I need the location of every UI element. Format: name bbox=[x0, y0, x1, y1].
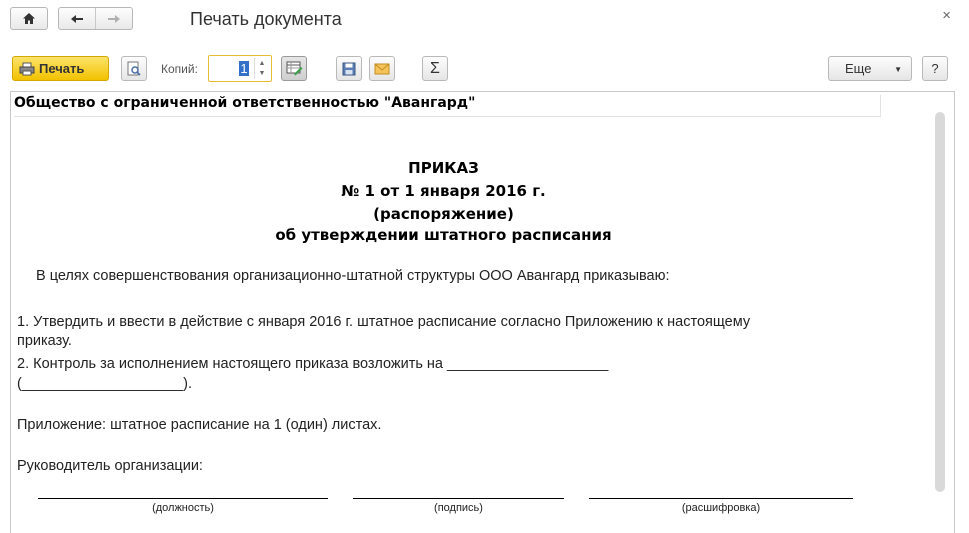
name-line bbox=[589, 498, 853, 499]
item2-line1: 2. Контроль за исполнением настоящего пр… bbox=[17, 356, 609, 372]
edit-mode-toggle[interactable] bbox=[281, 56, 307, 81]
more-menu-label: Еще bbox=[845, 61, 872, 76]
history-nav bbox=[58, 7, 133, 30]
intro-paragraph: В целях совершенствования организационно… bbox=[36, 268, 670, 284]
appendix-line: Приложение: штатное расписание на 1 (оди… bbox=[17, 417, 382, 433]
item1-line1: 1. Утвердить и ввести в действие с январ… bbox=[17, 314, 751, 330]
organization-header: Общество с ограниченной ответственностью… bbox=[14, 95, 881, 117]
save-button[interactable] bbox=[336, 56, 362, 81]
arrow-right-icon bbox=[108, 14, 120, 23]
vertical-scrollbar[interactable] bbox=[935, 112, 945, 492]
send-email-button[interactable] bbox=[369, 56, 395, 81]
envelope-icon bbox=[374, 63, 390, 74]
order-number: № 1 от 1 января 2016 г. bbox=[341, 182, 546, 200]
back-button[interactable] bbox=[59, 8, 96, 29]
more-menu-button[interactable]: Еще ▼ bbox=[828, 56, 912, 81]
head-label: Руководитель организации: bbox=[17, 458, 203, 474]
edit-table-icon bbox=[286, 61, 302, 76]
stepper-down-icon[interactable]: ▼ bbox=[259, 70, 266, 77]
chevron-down-icon: ▼ bbox=[894, 65, 902, 74]
copies-input[interactable]: 1 ▲ ▼ bbox=[208, 55, 272, 82]
document-panel[interactable]: Общество с ограниченной ответственностью… bbox=[10, 91, 955, 533]
arrow-left-icon bbox=[71, 14, 83, 23]
copies-value: 1 bbox=[239, 61, 249, 76]
sigma-icon: Σ bbox=[430, 59, 440, 77]
copies-label: Копий: bbox=[161, 62, 198, 76]
signature-line bbox=[353, 498, 564, 499]
copies-stepper[interactable]: ▲ ▼ bbox=[254, 58, 269, 79]
forward-button[interactable] bbox=[96, 8, 132, 29]
page-preview-icon bbox=[127, 61, 141, 76]
home-icon bbox=[23, 13, 35, 24]
help-button[interactable]: ? bbox=[922, 56, 948, 81]
window-title: Печать документа bbox=[190, 9, 342, 29]
save-icon bbox=[342, 62, 356, 75]
print-button-label: Печать bbox=[39, 61, 85, 76]
close-icon[interactable]: × bbox=[942, 7, 951, 24]
printer-icon bbox=[19, 62, 35, 75]
print-button[interactable]: Печать bbox=[12, 56, 109, 81]
signature-caption: (подпись) bbox=[434, 502, 483, 514]
order-type: (распоряжение) bbox=[373, 205, 514, 223]
name-caption: (расшифровка) bbox=[681, 502, 761, 514]
position-caption: (должность) bbox=[152, 502, 214, 514]
sum-button[interactable]: Σ bbox=[422, 56, 448, 81]
order-title: ПРИКАЗ bbox=[408, 159, 479, 177]
order-subject: об утверждении штатного расписания bbox=[275, 226, 612, 244]
preview-button[interactable] bbox=[121, 56, 147, 81]
item2-line2: (____________________). bbox=[17, 376, 192, 392]
position-line bbox=[38, 498, 328, 499]
home-button[interactable] bbox=[10, 7, 48, 30]
stepper-up-icon[interactable]: ▲ bbox=[259, 60, 266, 67]
item1-line2: приказу. bbox=[17, 333, 72, 349]
